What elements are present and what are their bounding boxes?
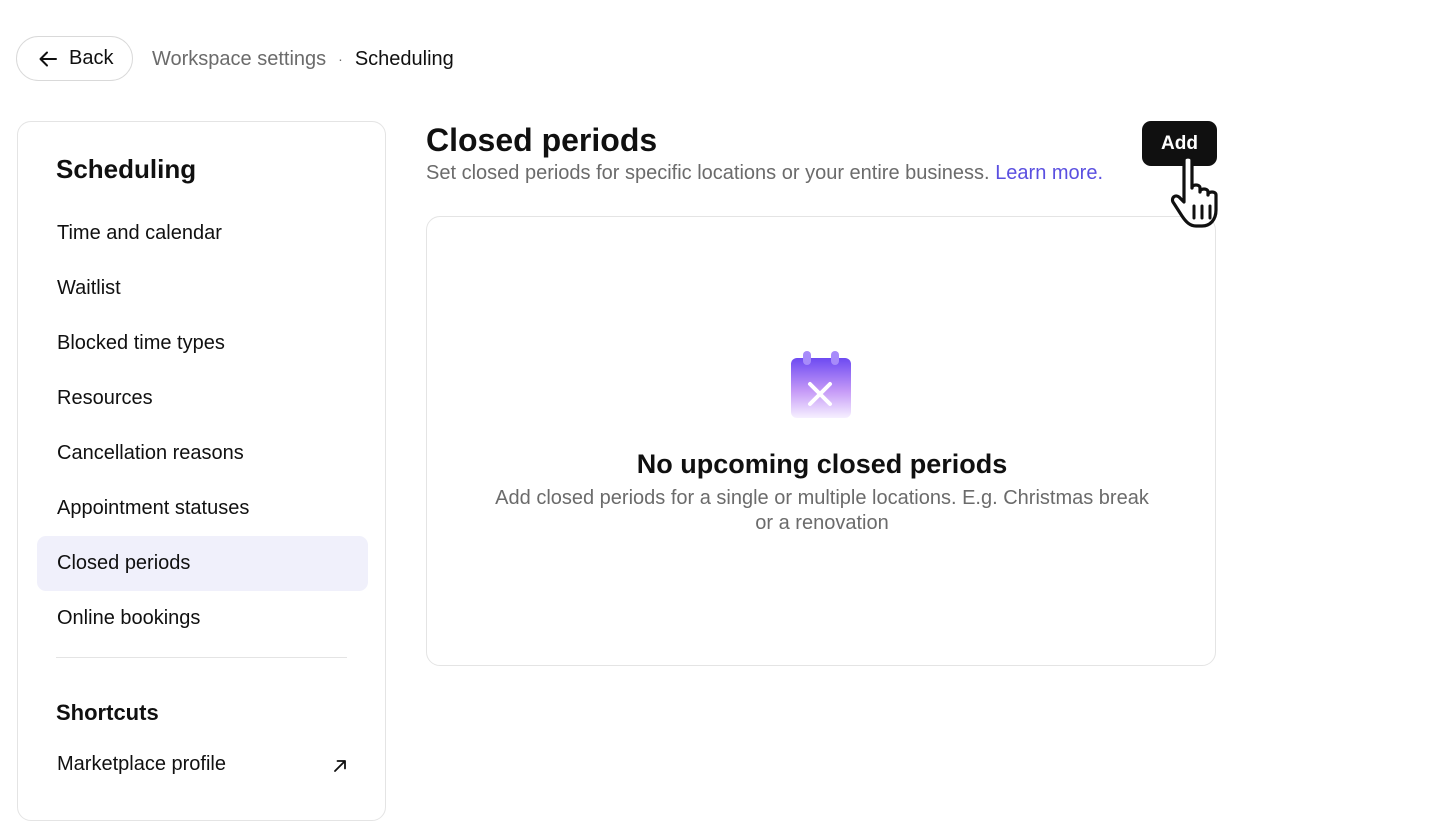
hand-pointer-cursor-icon [1170, 154, 1246, 234]
breadcrumb-workspace-settings[interactable]: Workspace settings [152, 48, 326, 71]
page-subtitle-text: Set closed periods for specific location… [426, 162, 990, 184]
breadcrumb-current: Scheduling [354, 47, 454, 70]
breadcrumb: Workspace settings · Scheduling [152, 46, 454, 72]
learn-more-link[interactable]: Learn more. [995, 162, 1103, 184]
sidebar-item-waitlist[interactable]: Waitlist [37, 261, 368, 316]
empty-state-card: No upcoming closed periods Add closed pe… [426, 216, 1216, 666]
shortcut-marketplace-profile[interactable]: Marketplace profile [37, 737, 368, 792]
sidebar-item-appointment-statuses[interactable]: Appointment statuses [37, 481, 368, 536]
sidebar-item-resources[interactable]: Resources [37, 371, 368, 426]
sidebar-nav: Time and calendar Waitlist Blocked time … [37, 206, 368, 646]
sidebar-divider [56, 657, 347, 658]
sidebar-item-online-bookings[interactable]: Online bookings [37, 591, 368, 646]
back-button-label: Back [69, 47, 114, 69]
sidebar-item-cancellation-reasons[interactable]: Cancellation reasons [37, 426, 368, 481]
sidebar-item-time-and-calendar[interactable]: Time and calendar [37, 206, 368, 261]
empty-state-description: Add closed periods for a single or multi… [495, 487, 1149, 534]
back-button[interactable]: Back [16, 36, 133, 81]
breadcrumb-separator: · [338, 51, 343, 67]
shortcut-label: Marketplace profile [57, 753, 226, 775]
shortcuts-title: Shortcuts [56, 700, 159, 725]
page-subtitle: Set closed periods for specific location… [426, 162, 1103, 185]
page-title: Closed periods [426, 122, 658, 158]
sidebar-item-closed-periods[interactable]: Closed periods [37, 536, 368, 591]
calendar-closed-icon [789, 350, 853, 422]
external-link-icon [332, 757, 348, 773]
empty-state-title: No upcoming closed periods [636, 449, 1008, 479]
settings-sidebar: Scheduling Time and calendar Waitlist Bl… [17, 121, 386, 821]
sidebar-item-blocked-time-types[interactable]: Blocked time types [37, 316, 368, 371]
arrow-left-icon [37, 48, 59, 70]
top-bar: Back Workspace settings · Scheduling [0, 0, 1440, 118]
sidebar-title: Scheduling [56, 154, 197, 184]
